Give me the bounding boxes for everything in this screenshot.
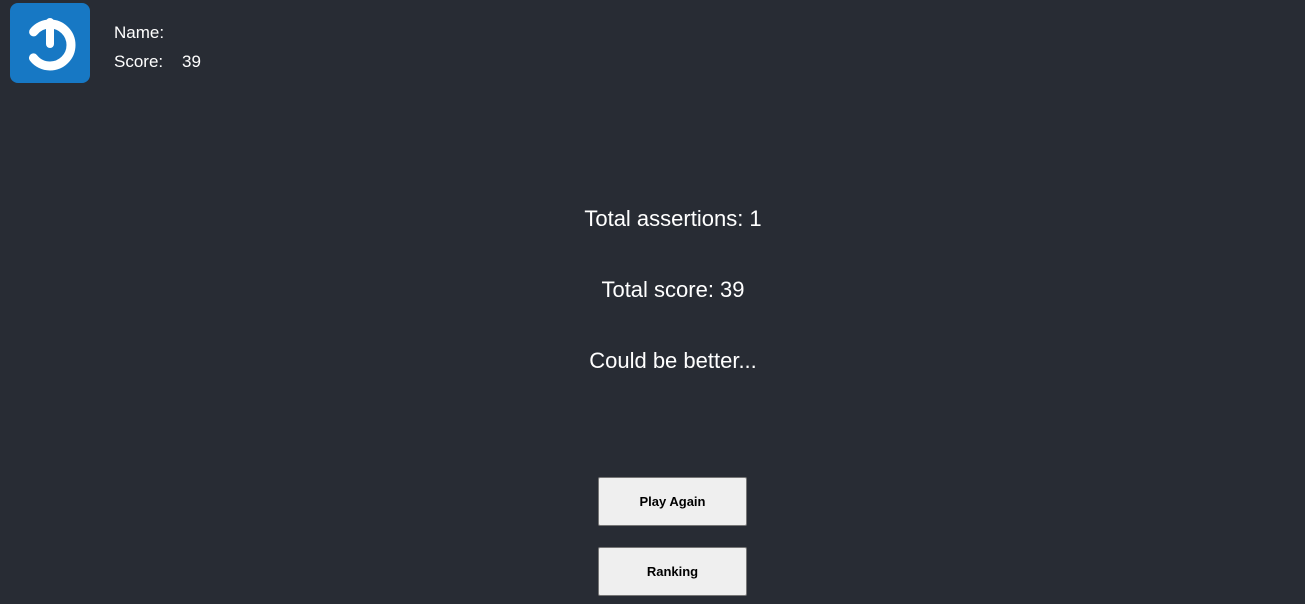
player-info: Name: Score: 39 (114, 18, 201, 76)
feedback-message: Could be better... (589, 348, 757, 373)
score-row: Score: 39 (114, 47, 201, 76)
score-label: Score: (114, 52, 164, 71)
name-row: Name: (114, 18, 201, 47)
name-label: Name: (114, 23, 165, 42)
game-over-screen: Name: Score: 39 Total assertions: 1 Tota… (0, 0, 1305, 604)
score-value: 39 (182, 52, 201, 71)
power-icon (24, 18, 76, 71)
play-again-button[interactable]: Play Again (598, 477, 747, 526)
total-assertions: Total assertions: 1 (584, 206, 762, 231)
ranking-button[interactable]: Ranking (598, 547, 747, 596)
total-score: Total score: 39 (601, 277, 745, 302)
app-logo (10, 3, 90, 83)
